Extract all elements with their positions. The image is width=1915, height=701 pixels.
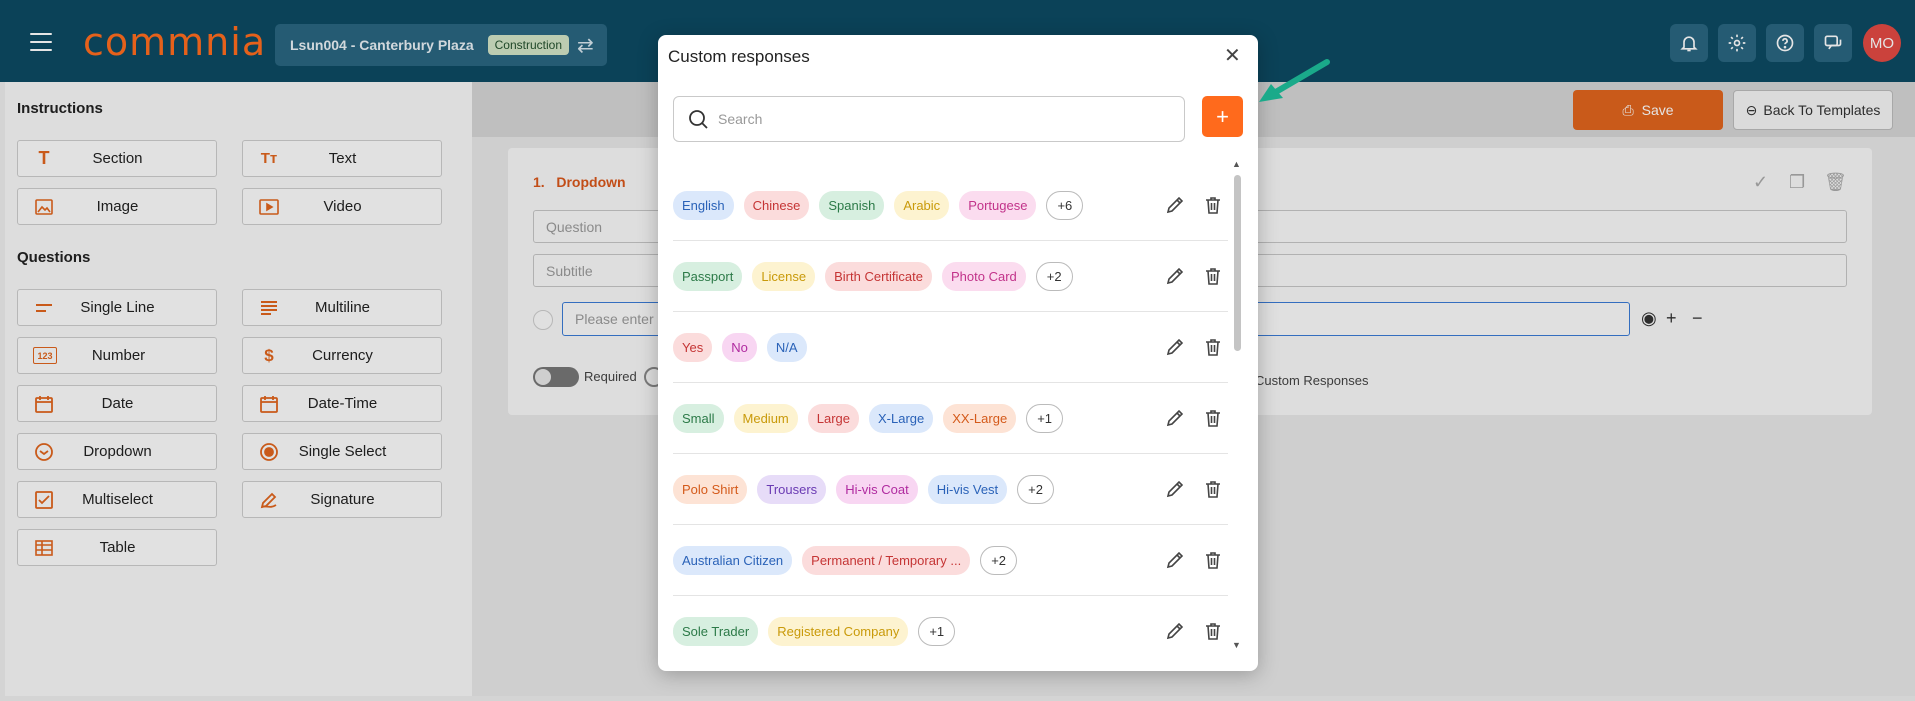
more-count-badge[interactable]: +2	[1017, 474, 1054, 504]
close-icon[interactable]: ✕	[1224, 43, 1241, 68]
edit-pencil-icon[interactable]	[1163, 193, 1187, 217]
delete-trash-icon[interactable]	[1201, 335, 1225, 359]
response-tag: Birth Certificate	[825, 261, 932, 291]
add-response-button[interactable]: +	[1202, 96, 1243, 137]
modal-title: Custom responses	[668, 47, 810, 66]
response-tag: Medium	[733, 403, 798, 433]
response-tag: Photo Card	[942, 261, 1026, 291]
response-tag: Permanent / Temporary ...	[802, 545, 971, 575]
response-row[interactable]: Sole Trader Registered Company +1	[673, 596, 1228, 660]
response-tag: Hi-vis Coat	[836, 474, 918, 504]
response-tag: Sole Trader	[673, 616, 759, 646]
response-tag: Large	[807, 403, 860, 433]
response-tags: Passport License Birth Certificate Photo Ca…	[673, 261, 1073, 291]
scroll-up-arrow-icon[interactable]: ▲	[1232, 159, 1241, 169]
edit-pencil-icon[interactable]	[1163, 335, 1187, 359]
edit-pencil-icon[interactable]	[1163, 264, 1187, 288]
response-row[interactable]: English Chinese Spanish Arabic Portugese +6	[673, 170, 1228, 241]
response-tags: Polo Shirt Trousers Hi-vis Coat Hi-vis Vest…	[673, 474, 1054, 504]
response-tags: Small Medium Large X-Large XX-Large +1	[673, 403, 1064, 433]
edit-pencil-icon[interactable]	[1163, 406, 1187, 430]
more-count-badge[interactable]: +1	[918, 616, 956, 646]
response-tag: X-Large	[869, 403, 934, 433]
response-tags: Australian Citizen Permanent / Temporary …	[673, 545, 1018, 575]
search-field[interactable]	[673, 96, 1185, 142]
delete-trash-icon[interactable]	[1201, 406, 1225, 430]
edit-pencil-icon[interactable]	[1163, 619, 1187, 643]
more-count-badge[interactable]: +6	[1046, 190, 1084, 220]
response-tag: Australian Citizen	[673, 545, 793, 575]
response-tag: N/A	[766, 332, 807, 362]
delete-trash-icon[interactable]	[1201, 264, 1225, 288]
response-tag: Portugese	[959, 190, 1037, 220]
row-actions	[1163, 619, 1225, 643]
response-tag: XX-Large	[943, 403, 1017, 433]
row-actions	[1163, 406, 1225, 430]
row-actions	[1163, 264, 1225, 288]
response-tag: Passport	[673, 261, 743, 291]
response-row[interactable]: Australian Citizen Permanent / Temporary …	[673, 525, 1228, 596]
scrollbar-thumb[interactable]	[1234, 175, 1241, 351]
response-row[interactable]: Small Medium Large X-Large XX-Large +1	[673, 383, 1228, 454]
search-icon	[689, 110, 708, 129]
more-count-badge[interactable]: +1	[1026, 403, 1064, 433]
delete-trash-icon[interactable]	[1201, 193, 1225, 217]
edit-pencil-icon[interactable]	[1163, 548, 1187, 572]
response-tag: Arabic	[894, 190, 950, 220]
response-tag: English	[673, 190, 734, 220]
response-tag: Polo Shirt	[673, 474, 748, 504]
delete-trash-icon[interactable]	[1201, 477, 1225, 501]
response-row[interactable]: Passport License Birth Certificate Photo Ca…	[673, 241, 1228, 312]
scroll-down-arrow-icon[interactable]: ▼	[1232, 640, 1241, 650]
row-actions	[1163, 335, 1225, 359]
response-tag: Yes	[673, 332, 713, 362]
response-tag: Registered Company	[768, 616, 909, 646]
response-row[interactable]: Polo Shirt Trousers Hi-vis Coat Hi-vis Vest…	[673, 454, 1228, 525]
responses-list: English Chinese Spanish Arabic Portugese +6 Pa…	[673, 170, 1243, 660]
annotation-arrow-icon	[1259, 59, 1330, 102]
response-tags: Sole Trader Registered Company +1	[673, 616, 956, 646]
response-tag: License	[752, 261, 816, 291]
delete-trash-icon[interactable]	[1201, 548, 1225, 572]
response-tag: Hi-vis Vest	[927, 474, 1008, 504]
response-tag: Spanish	[819, 190, 885, 220]
row-actions	[1163, 548, 1225, 572]
custom-responses-modal: Custom responses ✕ + English Chinese Spani…	[658, 35, 1258, 671]
response-tags: English Chinese Spanish Arabic Portugese +6	[673, 190, 1084, 220]
row-actions	[1163, 477, 1225, 501]
response-tag: Small	[673, 403, 724, 433]
response-tag: No	[722, 332, 757, 362]
response-tags: Yes No N/A	[673, 332, 807, 362]
row-actions	[1163, 193, 1225, 217]
delete-trash-icon[interactable]	[1201, 619, 1225, 643]
more-count-badge[interactable]: +2	[1035, 261, 1073, 291]
response-tag: Trousers	[757, 474, 827, 504]
more-count-badge[interactable]: +2	[980, 545, 1018, 575]
response-row[interactable]: Yes No N/A	[673, 312, 1228, 383]
search-input[interactable]	[718, 111, 1158, 127]
response-tag: Chinese	[743, 190, 810, 220]
edit-pencil-icon[interactable]	[1163, 477, 1187, 501]
